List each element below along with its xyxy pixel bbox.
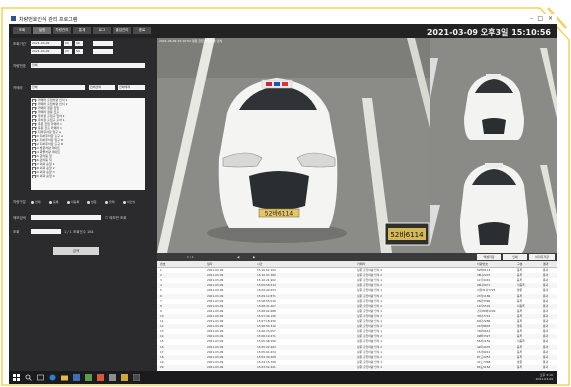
image-save-button[interactable]: 이미지저장 bbox=[529, 254, 555, 260]
col-header-date[interactable]: 일자 bbox=[207, 262, 213, 266]
memo-label: 메모검색 bbox=[13, 216, 26, 220]
radio-all[interactable]: 전체 bbox=[31, 200, 41, 204]
menu-bar: 조회 설정 차량관리 통계 로그 출입관리 종료 2021-03-09 오후3일… bbox=[9, 24, 557, 38]
col-header-time[interactable]: 시간 bbox=[257, 262, 263, 266]
main-camera-image: 52바6114 52바6114 2021-03-09 15:10:52 정문 진… bbox=[157, 38, 430, 253]
minimize-icon[interactable]: – bbox=[530, 15, 533, 22]
menu-item-2[interactable]: 차량관리 bbox=[53, 27, 71, 34]
count-value: 1 / 1 조회건수 184 bbox=[64, 230, 94, 234]
app-taskbar-icon-2[interactable] bbox=[85, 374, 92, 381]
table-cell: 64도5184 bbox=[477, 364, 491, 369]
radio-registered[interactable]: 등록 bbox=[49, 200, 59, 204]
table-cell: 20 bbox=[160, 364, 164, 369]
filter-panel: 조회기간 2021-03-09 00 00 2021-03-09 23 59 차… bbox=[9, 38, 157, 384]
deselect-all-button[interactable]: 전체해제 bbox=[118, 85, 145, 90]
tray-date: 2021-03-09 bbox=[535, 377, 553, 381]
app-window: 차량번호인식 관리 프로그램 – □ × 조회 설정 차량관리 통계 로그 출입… bbox=[9, 14, 557, 384]
camera-select[interactable]: 전체 bbox=[31, 85, 85, 90]
windows-start-icon[interactable] bbox=[13, 374, 20, 381]
app-taskbar-icon-6[interactable] bbox=[133, 374, 140, 381]
col-header-no[interactable]: 번호 bbox=[160, 262, 166, 266]
table-cell: 통과 bbox=[543, 364, 549, 369]
col-header-plate[interactable]: 차량번호 bbox=[477, 262, 488, 266]
table-cell: 2021-03-09 bbox=[207, 364, 224, 369]
count-input[interactable] bbox=[31, 229, 61, 234]
app-taskbar-icon-1[interactable] bbox=[73, 374, 80, 381]
select-all-button[interactable]: 전체선택 bbox=[89, 85, 115, 90]
app-icon bbox=[11, 16, 16, 21]
search-button[interactable]: 검색 bbox=[53, 247, 99, 255]
start-min-input[interactable]: 00 bbox=[75, 41, 83, 46]
memo-input[interactable] bbox=[31, 215, 101, 220]
table-cell: 15:03:52.441 bbox=[257, 364, 276, 369]
start-hour-input[interactable]: 00 bbox=[64, 41, 72, 46]
start-date-input[interactable]: 2021-03-09 bbox=[31, 41, 61, 46]
file-explorer-icon[interactable] bbox=[61, 374, 68, 381]
radio-unregistered[interactable]: 미등록 bbox=[67, 200, 79, 204]
app-taskbar-icon-4[interactable] bbox=[109, 374, 116, 381]
system-tray-clock[interactable]: 오후 3:10 2021-03-09 bbox=[536, 373, 553, 381]
plate-label-in-image: 52바6114 bbox=[265, 210, 294, 218]
count-label: 조회 bbox=[13, 230, 20, 234]
menu-item-1[interactable]: 설정 bbox=[33, 27, 51, 34]
table-cell: 정문 출입차량 인식 2 bbox=[357, 364, 383, 369]
car-thumbnail-2 bbox=[430, 145, 557, 253]
radio-visitor[interactable]: 방문 bbox=[87, 200, 97, 204]
next-page-button[interactable]: ▶ bbox=[253, 254, 255, 260]
hour-select-1[interactable] bbox=[93, 41, 113, 46]
search-icon[interactable] bbox=[25, 374, 32, 381]
table-row[interactable]: 20 2021-03-09 15:03:52.441 정문 출입차량 인식 2 64도5… bbox=[157, 364, 557, 370]
col-header-camera[interactable]: 카메라 bbox=[357, 262, 365, 266]
main-image-caption: 2021-03-09 15:10:52 정문 진입 차량번호 인식 bbox=[159, 39, 223, 43]
end-min-input[interactable]: 59 bbox=[75, 49, 83, 54]
plate-crop-text: 52바6114 bbox=[390, 230, 424, 239]
end-date-input[interactable]: 2021-03-09 bbox=[31, 49, 61, 54]
clock-display: 2021-03-09 오후3일 15:10:56 bbox=[426, 28, 551, 37]
car-front-image: 52바6114 52바6114 bbox=[157, 38, 430, 253]
plate-label: 차량번호 bbox=[13, 64, 26, 68]
table-cell: 등록 bbox=[517, 364, 523, 369]
memo-only-checkbox[interactable]: ☐ 메모만 조회 bbox=[105, 216, 126, 221]
hour-select-2[interactable] bbox=[93, 49, 113, 54]
excel-save-button[interactable]: 엑셀저장 bbox=[477, 254, 501, 260]
menu-item-4[interactable]: 로그 bbox=[93, 27, 111, 34]
app-taskbar-icon-5[interactable] bbox=[121, 374, 128, 381]
date-label: 조회기간 bbox=[13, 42, 26, 46]
menu-item-5[interactable]: 출입관리 bbox=[113, 27, 131, 34]
task-view-icon[interactable] bbox=[37, 374, 44, 381]
menu-item-6[interactable]: 종료 bbox=[133, 27, 151, 34]
col-header-type[interactable]: 구분 bbox=[517, 262, 523, 266]
maximize-icon[interactable]: □ bbox=[537, 15, 543, 22]
camera-label: 카메라 bbox=[13, 86, 23, 90]
window-title: 차량번호인식 관리 프로그램 bbox=[19, 17, 78, 23]
title-bar: 차량번호인식 관리 프로그램 – □ × bbox=[9, 14, 557, 24]
menu-item-3[interactable]: 통계 bbox=[73, 27, 91, 34]
end-hour-input[interactable]: 23 bbox=[64, 49, 72, 54]
table-header: 번호 일자 시간 카메라 차량번호 구분 결과 bbox=[157, 261, 557, 268]
camera-list[interactable]: 1 카메라 출입차량 인식 1 2 카메라 출입차량 인식 2 3 카메라 정문… bbox=[31, 98, 145, 190]
result-table: 번호 일자 시간 카메라 차량번호 구분 결과 1 2021-03-09 15:10… bbox=[157, 261, 557, 371]
app-taskbar-icon-3[interactable] bbox=[97, 374, 104, 381]
prev-page-button[interactable]: ◀ bbox=[237, 254, 239, 260]
close-icon[interactable]: × bbox=[548, 15, 553, 22]
result-toolbar: 1 / 1 ◀ ▶ 엑셀저장 인쇄 이미지저장 bbox=[157, 253, 557, 261]
page-indicator: 1 / 1 bbox=[187, 255, 194, 259]
plate-input[interactable]: 전체 bbox=[31, 63, 145, 68]
print-button[interactable]: 인쇄 bbox=[503, 254, 527, 260]
radio-unrecognized[interactable]: 비인식 bbox=[123, 200, 135, 204]
camera-list-item[interactable]: 20 외곽 순찰 4 bbox=[31, 174, 145, 178]
type-label: 차량구분 bbox=[13, 200, 26, 204]
radio-black[interactable]: 블랙 bbox=[105, 200, 115, 204]
taskbar: 오후 3:10 2021-03-09 bbox=[9, 371, 557, 384]
edge-browser-icon[interactable] bbox=[49, 374, 56, 381]
col-header-result[interactable]: 결과 bbox=[543, 262, 549, 266]
side-camera-image-1 bbox=[430, 38, 557, 145]
side-camera-image-2 bbox=[430, 145, 557, 253]
menu-item-0[interactable]: 조회 bbox=[13, 27, 31, 34]
car-thumbnail-1 bbox=[430, 38, 557, 145]
